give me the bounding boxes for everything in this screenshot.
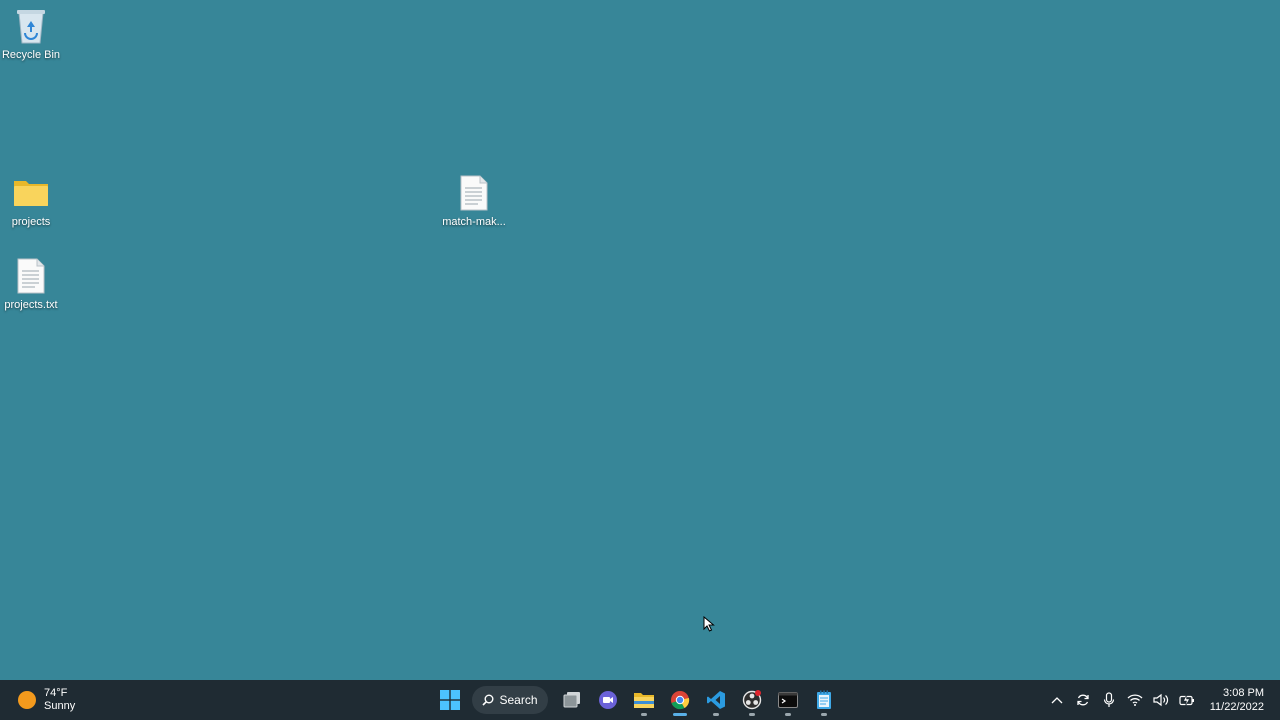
weather-widget[interactable]: 74°F Sunny [18, 680, 75, 720]
start-icon [440, 690, 460, 710]
search-label: Search [499, 693, 538, 707]
weather-temp: 74°F [44, 687, 68, 699]
chrome-icon [671, 691, 690, 710]
notepad-button[interactable] [807, 683, 841, 717]
taskbar: 74°F Sunny Search 3:08 PM 11/22/2022 [0, 680, 1280, 720]
battery-tray-button[interactable] [1177, 680, 1197, 720]
task-view-button[interactable] [555, 683, 589, 717]
teams-chat-icon [599, 691, 617, 709]
projects-txt-label: projects.txt [4, 299, 58, 311]
file-explorer-icon [634, 693, 654, 708]
microphone-icon [1103, 692, 1114, 707]
projects-folder-label: projects [11, 216, 51, 228]
clock-date: 11/22/2022 [1209, 701, 1264, 713]
wifi-icon [1127, 694, 1143, 706]
search-icon [482, 694, 494, 706]
chrome-button[interactable] [663, 683, 697, 717]
desktop: Recycle Bin projects projects.txt match-… [0, 0, 1280, 680]
recycle-bin-label: Recycle Bin [1, 49, 61, 61]
chevron-up-icon [1051, 697, 1063, 704]
volume-icon [1153, 693, 1168, 707]
sync-icon [1077, 694, 1089, 706]
projects-txt-desktop-icon[interactable]: projects.txt [0, 256, 67, 311]
text-file-icon [454, 173, 494, 213]
vscode-icon [707, 691, 725, 709]
terminal-button[interactable] [771, 683, 805, 717]
clock-time: 3:08 PM [1223, 687, 1264, 699]
file-explorer-button[interactable] [627, 683, 661, 717]
notepad-icon [817, 690, 831, 709]
taskbar-apps: Search [432, 680, 842, 720]
start-button[interactable] [433, 683, 467, 717]
terminal-icon [778, 692, 798, 708]
weather-condition: Sunny [44, 700, 76, 712]
teams-chat-button[interactable] [591, 683, 625, 717]
clock[interactable]: 3:08 PM 11/22/2022 [1210, 686, 1264, 714]
folder-icon [11, 173, 51, 213]
battery-charging-icon [1179, 693, 1194, 707]
system-tray: 3:08 PM 11/22/2022 [1044, 680, 1280, 720]
volume-tray-button[interactable] [1151, 680, 1171, 720]
show-hidden-icons-button[interactable] [1047, 680, 1067, 720]
vscode-button[interactable] [699, 683, 733, 717]
match-mak-desktop-icon[interactable]: match-mak... [438, 173, 510, 228]
task-view-icon [563, 692, 580, 708]
match-mak-label: match-mak... [442, 216, 506, 228]
sync-tray-button[interactable] [1073, 680, 1093, 720]
recycle-bin-desktop-icon[interactable]: Recycle Bin [0, 6, 67, 61]
text-file-icon [11, 256, 51, 296]
search-button[interactable]: Search [472, 686, 548, 714]
projects-folder-desktop-icon[interactable]: projects [0, 173, 67, 228]
recycle-bin-icon [11, 6, 51, 46]
obs-button[interactable] [735, 683, 769, 717]
sun-icon [18, 691, 36, 709]
wifi-tray-button[interactable] [1125, 680, 1145, 720]
obs-icon [742, 690, 762, 710]
microphone-tray-button[interactable] [1099, 680, 1119, 720]
mouse-cursor-icon [703, 615, 715, 637]
